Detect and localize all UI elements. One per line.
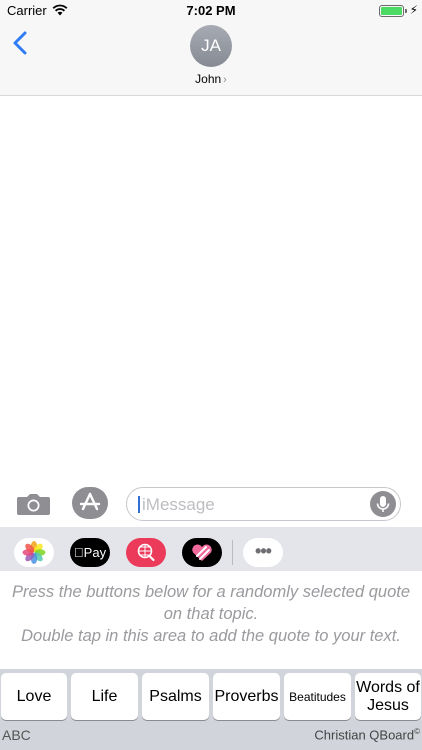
message-thread (0, 97, 422, 479)
topic-beatitudes-button[interactable]: Beatitudes (284, 673, 351, 720)
dictation-button[interactable] (370, 491, 396, 517)
topic-words-of-jesus-button[interactable]: Words of Jesus (355, 673, 421, 720)
heart-icon (192, 544, 212, 561)
conversation-header: JA John › (0, 22, 422, 96)
copyright-mark: © (414, 727, 420, 736)
app-store-icon (79, 492, 101, 511)
instruction-text: Press the buttons below for a randomly s… (11, 583, 411, 623)
battery-icon (379, 5, 404, 17)
microphone-icon (376, 496, 390, 512)
globe-search-icon (137, 543, 155, 562)
app-drawer: Pay ••• (0, 527, 422, 571)
camera-icon[interactable] (17, 492, 50, 516)
abc-keyboard-switch[interactable]: ABC (2, 727, 31, 743)
contact-avatar[interactable]: JA (190, 25, 232, 67)
app-store-button[interactable] (72, 487, 108, 519)
topic-buttons: Love Life Psalms Proverbs Beatitudes Wor… (0, 673, 422, 720)
contact-name: John (195, 72, 222, 86)
text-cursor (138, 496, 140, 513)
hearts-app-button[interactable] (182, 538, 222, 567)
status-bar: Carrier 7:02 PM ⚡ (0, 0, 422, 22)
drawer-divider (232, 540, 233, 565)
more-apps-button[interactable]: ••• (243, 538, 283, 567)
photos-icon (22, 541, 46, 564)
chevron-left-icon[interactable] (10, 30, 32, 56)
clock: 7:02 PM (186, 3, 236, 18)
chevron-right-icon: › (223, 74, 227, 86)
brand-label: Christian QBoard© (314, 727, 420, 742)
contact-name-button[interactable]: John › (0, 72, 422, 86)
topic-love-button[interactable]: Love (1, 673, 67, 720)
battery-level (381, 7, 402, 15)
apple-pay-icon:  (74, 545, 84, 560)
apple-pay-label: Pay (78, 545, 106, 560)
charging-bolt-icon: ⚡ (409, 3, 418, 17)
topic-proverbs-button[interactable]: Proverbs (213, 673, 280, 720)
topic-life-button[interactable]: Life (71, 673, 138, 720)
battery-cap (405, 9, 407, 13)
photos-app-button[interactable] (14, 538, 54, 567)
brand-name: Christian QBoard (314, 727, 415, 743)
image-search-app-button[interactable] (126, 538, 166, 567)
quote-area[interactable]: Press the buttons below for a randomly s… (0, 571, 422, 669)
message-placeholder: iMessage (142, 495, 215, 514)
compose-bar: iMessage (0, 479, 422, 527)
apple-pay-button[interactable]: Pay (70, 538, 110, 567)
topic-psalms-button[interactable]: Psalms (142, 673, 209, 720)
instruction-text: Double tap in this area to add the quote… (21, 627, 401, 645)
